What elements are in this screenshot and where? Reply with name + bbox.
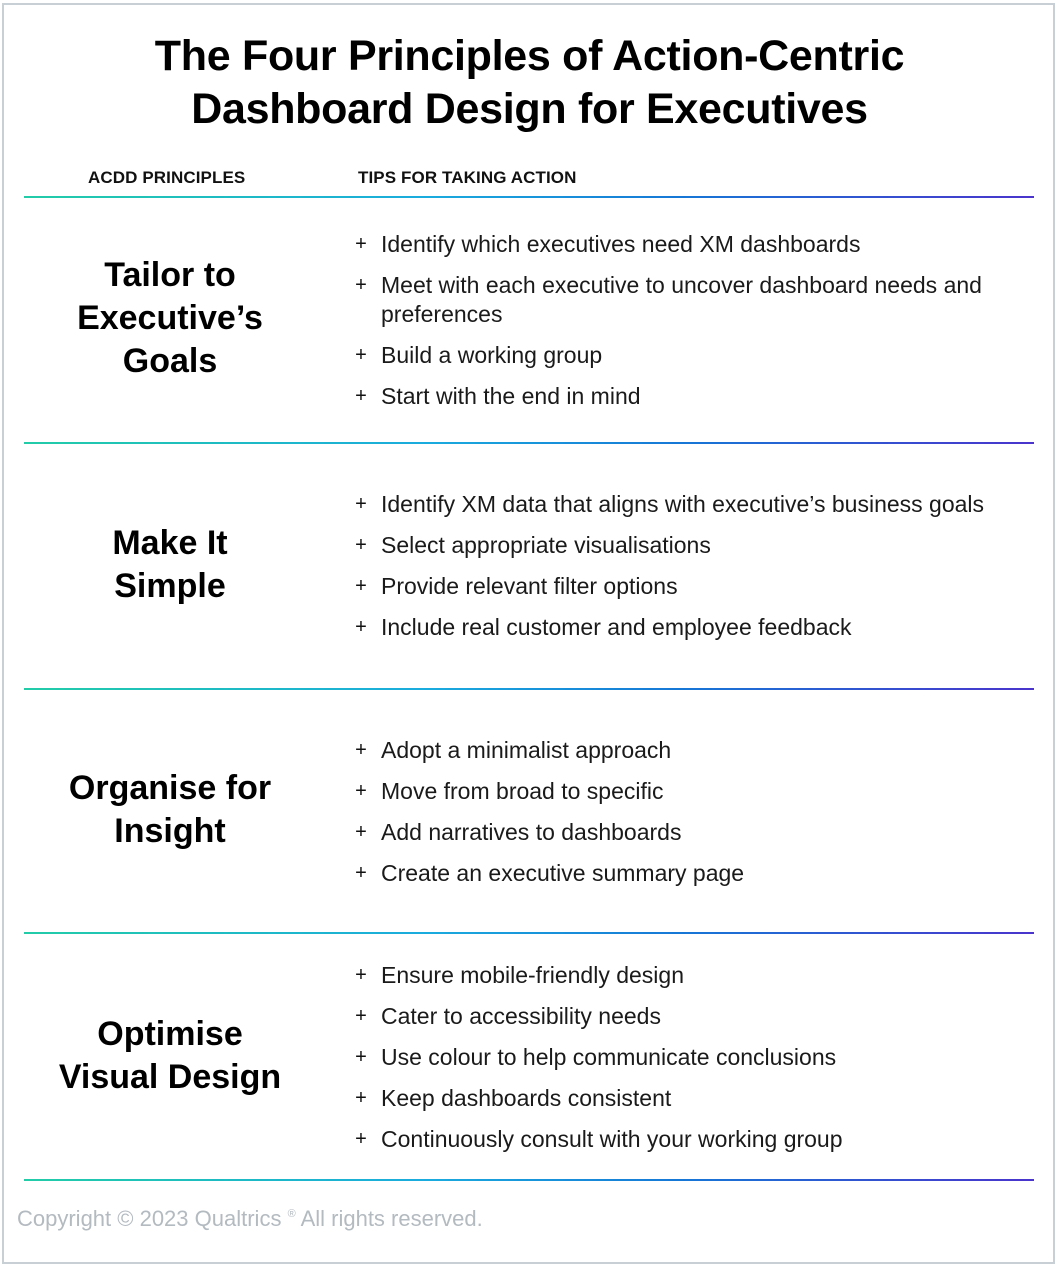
copyright-rights-text: All rights reserved. — [295, 1206, 483, 1231]
tip-item: + Meet with each executive to uncover das… — [352, 271, 1032, 329]
principle-line: Tailor to — [104, 256, 236, 294]
title-line-2: Dashboard Design for Executives — [191, 85, 868, 133]
principle-line: Make It — [112, 524, 228, 562]
tip-item: + Cater to accessibility needs — [352, 1002, 1032, 1031]
plus-icon: + — [355, 385, 367, 407]
plus-icon: + — [355, 575, 367, 597]
tip-text: Meet with each executive to uncover dash… — [381, 272, 982, 327]
section-divider — [24, 932, 1034, 934]
tip-item: + Use colour to help communicate conclusi… — [352, 1043, 1032, 1072]
column-header-principles: ACDD PRINCIPLES — [88, 168, 246, 187]
tip-text: Add narratives to dashboards — [381, 819, 682, 845]
tips-list: + Ensure mobile-friendly design + Cater to… — [352, 961, 1032, 1166]
tip-text: Cater to accessibility needs — [381, 1003, 661, 1029]
plus-icon: + — [355, 739, 367, 761]
tip-text: Identify which executives need XM dashbo… — [381, 231, 861, 257]
tip-text: Continuously consult with your working g… — [381, 1126, 843, 1152]
plus-icon: + — [355, 862, 367, 884]
plus-icon: + — [355, 821, 367, 843]
principle-line: Insight — [114, 812, 226, 850]
plus-icon: + — [355, 616, 367, 638]
principle-line: Visual Design — [58, 1058, 282, 1096]
tip-item: + Adopt a minimalist approach — [352, 736, 1032, 765]
tip-text: Identify XM data that aligns with execut… — [381, 491, 985, 517]
tips-list: + Identify XM data that aligns with execu… — [352, 490, 1032, 654]
plus-icon: + — [355, 233, 367, 255]
tip-text: Use colour to help communicate conclusio… — [381, 1044, 837, 1070]
tip-text: Create an executive summary page — [381, 860, 745, 886]
copyright-text: Copyright © 2023 Qualtrics — [17, 1206, 288, 1231]
tip-item: + Keep dashboards consistent — [352, 1084, 1032, 1113]
tip-item: + Identify XM data that aligns with execu… — [352, 490, 1032, 519]
plus-icon: + — [355, 534, 367, 556]
plus-icon: + — [355, 964, 367, 986]
tips-list: + Identify which executives need XM dashb… — [352, 230, 1032, 423]
tip-item: + Include real customer and employee feed… — [352, 613, 1032, 642]
plus-icon: + — [355, 493, 367, 515]
tips-list: + Adopt a minimalist approach + Move from … — [352, 736, 1032, 900]
principle-line: Executive’s — [77, 299, 263, 337]
section-divider — [24, 442, 1034, 444]
principle-line: Organise for — [68, 769, 272, 807]
page-title: The Four Principles of Action-Centric Da… — [0, 30, 1059, 136]
plus-icon: + — [355, 1005, 367, 1027]
plus-icon: + — [355, 1087, 367, 1109]
tip-text: Ensure mobile-friendly design — [381, 962, 684, 988]
plus-icon: + — [355, 780, 367, 802]
tip-text: Keep dashboards consistent — [381, 1085, 672, 1111]
plus-icon: + — [355, 1046, 367, 1068]
principle-heading: Organise for Insight — [30, 767, 310, 853]
tip-text: Move from broad to specific — [381, 778, 664, 804]
title-line-1: The Four Principles of Action-Centric — [154, 32, 905, 80]
registered-mark: ® — [287, 1208, 296, 1220]
principle-heading: Make It Simple — [30, 522, 310, 608]
tip-item: + Provide relevant filter options — [352, 572, 1032, 601]
tip-item: + Build a working group — [352, 341, 1032, 370]
tip-item: + Select appropriate visualisations — [352, 531, 1032, 560]
tip-item: + Add narratives to dashboards — [352, 818, 1032, 847]
section-divider — [24, 688, 1034, 690]
tip-item: + Continuously consult with your working … — [352, 1125, 1032, 1154]
principle-line: Optimise — [97, 1015, 243, 1053]
tip-item: + Start with the end in mind — [352, 382, 1032, 411]
column-header-tips: TIPS FOR TAKING ACTION — [358, 168, 577, 187]
tip-text: Start with the end in mind — [381, 383, 641, 409]
principle-heading: Optimise Visual Design — [30, 1013, 310, 1099]
principle-line: Simple — [114, 567, 226, 605]
copyright-notice: Copyright © 2023 Qualtrics ® All rights … — [17, 1206, 483, 1232]
plus-icon: + — [355, 344, 367, 366]
tip-text: Build a working group — [381, 342, 603, 368]
principle-heading: Tailor to Executive’s Goals — [30, 254, 310, 383]
tip-text: Include real customer and employee feedb… — [381, 614, 852, 640]
tip-text: Adopt a minimalist approach — [381, 737, 672, 763]
plus-icon: + — [355, 1128, 367, 1150]
tip-item: + Move from broad to specific — [352, 777, 1032, 806]
footer-divider — [24, 1179, 1034, 1181]
tip-item: + Create an executive summary page — [352, 859, 1032, 888]
tip-item: + Identify which executives need XM dashb… — [352, 230, 1032, 259]
header-divider — [24, 196, 1034, 198]
principle-line: Goals — [122, 342, 218, 380]
tip-text: Select appropriate visualisations — [381, 532, 711, 558]
plus-icon: + — [355, 274, 367, 296]
tip-item: + Ensure mobile-friendly design — [352, 961, 1032, 990]
tip-text: Provide relevant filter options — [381, 573, 678, 599]
